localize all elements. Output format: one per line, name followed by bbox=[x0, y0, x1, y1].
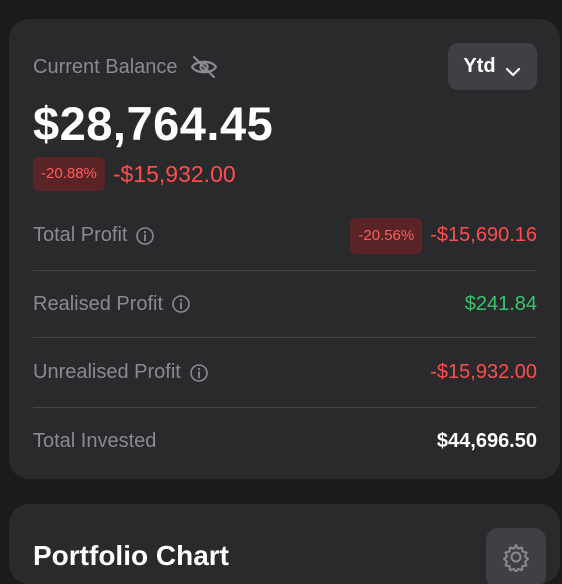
info-icon[interactable] bbox=[189, 363, 209, 383]
realised-profit-label: Realised Profit bbox=[33, 292, 164, 315]
unrealised-profit-label: Unrealised Profit bbox=[33, 361, 181, 383]
profit-summary-list: Total Profit -20.56% -$15,690.16 Realise… bbox=[33, 201, 537, 475]
row-label-group: Realised Profit bbox=[33, 293, 191, 316]
row-realised-profit: Realised Profit $241.84 bbox=[33, 271, 537, 338]
total-profit-percent-badge: -20.56% bbox=[350, 217, 423, 254]
period-dropdown[interactable]: Ytd bbox=[448, 43, 537, 90]
row-label-group: Unrealised Profit bbox=[33, 361, 209, 384]
total-profit-value: -$15,690.16 bbox=[430, 224, 537, 246]
change-amount: -$15,932.00 bbox=[112, 160, 236, 187]
chevron-down-icon bbox=[504, 61, 522, 76]
portfolio-chart-card: Portfolio Chart bbox=[9, 504, 560, 584]
total-invested-value: $44,696.50 bbox=[436, 430, 537, 452]
gear-icon bbox=[501, 542, 531, 573]
balance-change: -20.88% -$15,932.00 bbox=[33, 157, 236, 191]
total-profit-label: Total Profit bbox=[33, 224, 128, 246]
current-balance-label: Current Balance bbox=[33, 56, 178, 78]
eye-off-icon[interactable] bbox=[190, 55, 218, 79]
info-icon[interactable] bbox=[135, 226, 155, 246]
chart-settings-button[interactable] bbox=[486, 528, 546, 584]
total-invested-label: Total Invested bbox=[33, 430, 157, 452]
balance-card: Current Balance Ytd $28,764.45 -20.88% -… bbox=[9, 19, 560, 479]
row-unrealised-profit: Unrealised Profit -$15,932.00 bbox=[33, 338, 537, 408]
row-total-profit: Total Profit -20.56% -$15,690.16 bbox=[33, 201, 537, 271]
row-total-invested: Total Invested $44,696.50 bbox=[33, 408, 537, 475]
row-label-group: Total Invested bbox=[33, 430, 156, 453]
portfolio-chart-title: Portfolio Chart bbox=[33, 540, 229, 571]
balance-amount: $28,764.45 bbox=[33, 97, 274, 150]
change-percent-badge: -20.88% bbox=[33, 157, 105, 191]
realised-profit-value: $241.84 bbox=[464, 292, 537, 315]
period-dropdown-label: Ytd bbox=[463, 55, 496, 77]
info-icon[interactable] bbox=[171, 294, 191, 314]
current-balance-header: Current Balance bbox=[33, 55, 218, 79]
unrealised-profit-value: -$15,932.00 bbox=[430, 361, 537, 383]
total-profit-values: -20.56% -$15,690.16 bbox=[350, 217, 537, 254]
row-label-group: Total Profit bbox=[33, 224, 155, 247]
